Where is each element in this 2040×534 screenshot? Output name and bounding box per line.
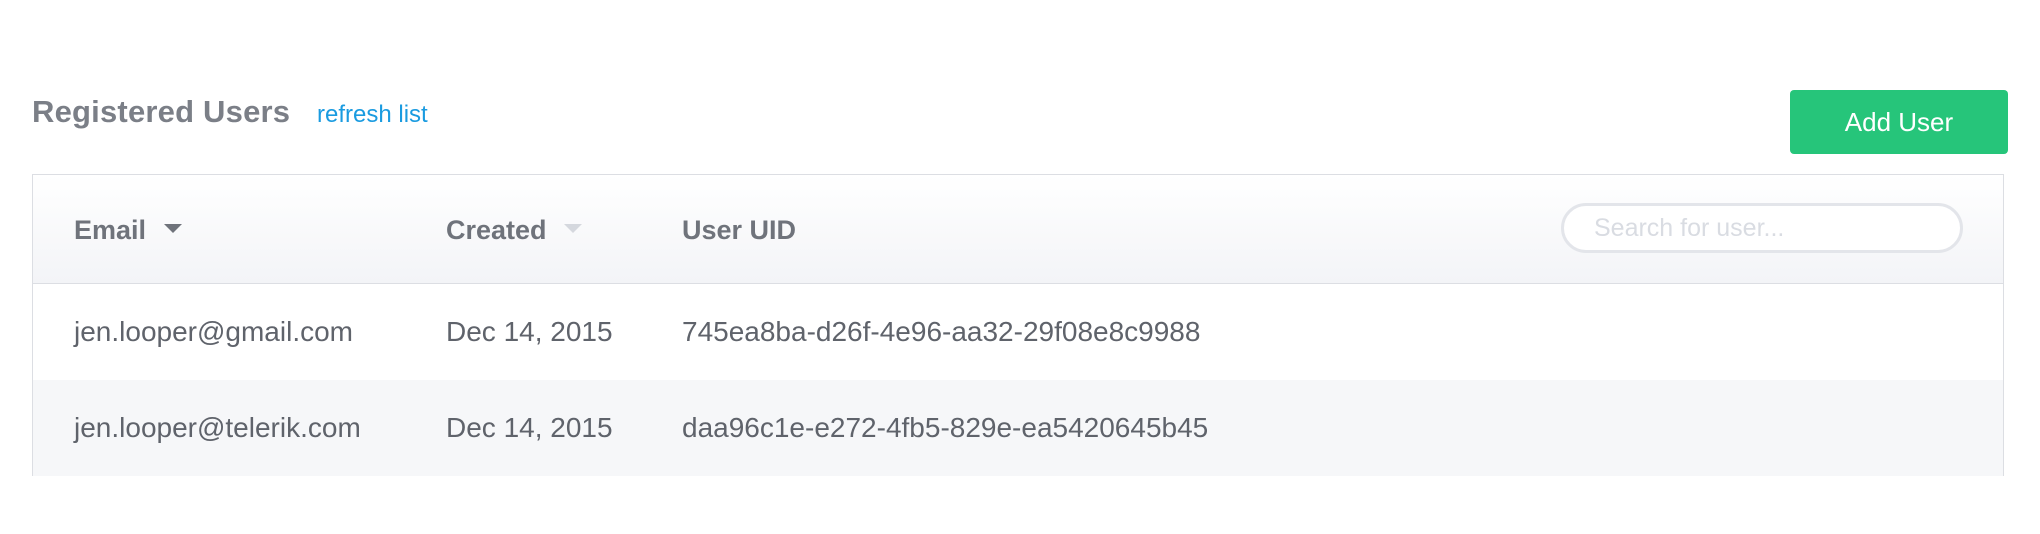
table-header: Email Created User UID (33, 175, 2003, 284)
sort-desc-icon (163, 224, 182, 234)
column-header-created[interactable]: Created (446, 215, 583, 246)
row-email: jen.looper@gmail.com (74, 316, 353, 347)
refresh-list-link[interactable]: refresh list (317, 101, 428, 129)
row-created: Dec 14, 2015 (446, 412, 613, 443)
sort-inactive-icon (564, 224, 583, 234)
row-uid: daa96c1e-e272-4fb5-829e-ea5420645b45 (682, 412, 1209, 443)
row-created: Dec 14, 2015 (446, 316, 613, 347)
column-header-created-label: Created (446, 215, 547, 245)
search-user-input[interactable] (1561, 203, 1963, 253)
column-header-email-label: Email (74, 215, 147, 245)
page-title: Registered Users (32, 94, 291, 129)
table-row[interactable]: jen.looper@gmail.com Dec 14, 2015 745ea8… (33, 284, 2003, 380)
users-table: Email Created User UID jen.looper@gmail.… (32, 174, 2004, 476)
row-email: jen.looper@telerik.com (74, 412, 361, 443)
column-header-email[interactable]: Email (74, 215, 182, 246)
users-header: Registered Users refresh list Add User (32, 90, 2008, 154)
row-uid: 745ea8ba-d26f-4e96-aa32-29f08e8c9988 (682, 316, 1201, 347)
column-header-uid: User UID (682, 215, 796, 246)
column-header-uid-label: User UID (682, 215, 797, 245)
add-user-button[interactable]: Add User (1790, 90, 2008, 154)
table-row[interactable]: jen.looper@telerik.com Dec 14, 2015 daa9… (33, 380, 2003, 476)
